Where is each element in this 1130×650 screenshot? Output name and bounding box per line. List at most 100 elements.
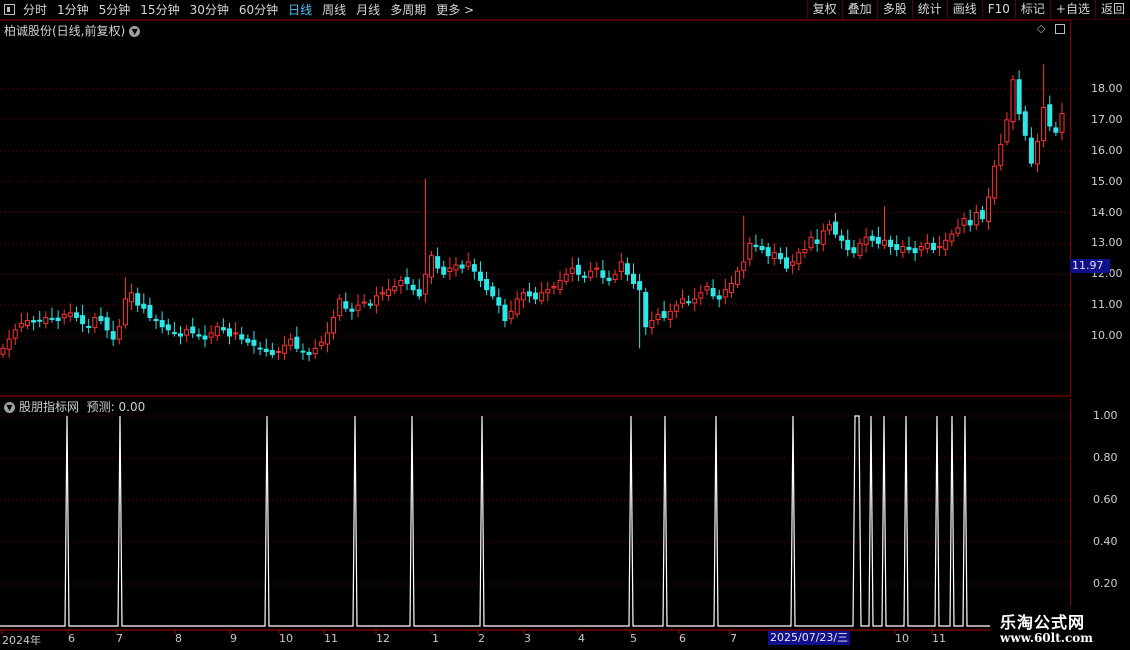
candle-body	[710, 287, 716, 297]
candle-body	[557, 279, 563, 290]
candle-body	[49, 317, 55, 320]
date-tick-label: 11	[324, 632, 338, 645]
candle-body	[386, 289, 392, 297]
candle-body	[673, 304, 679, 312]
candle-body	[18, 323, 24, 328]
candle-body	[86, 325, 92, 328]
candle-body	[196, 334, 202, 337]
date-tick-label: 3	[524, 632, 531, 645]
price-tick-label: 16.00	[1091, 143, 1123, 157]
candle-body	[178, 333, 184, 337]
date-tick-label: 6	[68, 632, 75, 645]
candle-body	[826, 224, 832, 231]
candle-body	[416, 289, 422, 297]
toolbar-button-8[interactable]: 返回	[1094, 0, 1130, 19]
candle-body	[165, 324, 171, 331]
candle-body	[814, 239, 820, 244]
indicator-prediction: 预测: 0.00	[86, 400, 146, 414]
candle-body	[508, 310, 514, 320]
candle-body	[12, 329, 18, 339]
candle-body	[471, 264, 477, 272]
candle-body	[973, 212, 979, 226]
candle-body	[839, 235, 845, 241]
candle-body	[722, 289, 728, 298]
candle-body	[649, 320, 655, 329]
candle-body	[808, 236, 814, 249]
candle-body	[533, 292, 539, 300]
candle-body	[373, 295, 379, 306]
candle-body	[526, 291, 532, 297]
candle-body	[484, 278, 490, 291]
candle-body	[435, 256, 441, 269]
candle-body	[1041, 107, 1047, 142]
candle-body	[979, 210, 985, 220]
candle-body	[441, 266, 447, 275]
price-tick-label: 14.00	[1091, 205, 1123, 219]
candle-body	[294, 336, 300, 349]
date-tick-label: 1	[432, 632, 439, 645]
watermark-url: www.60lt.com	[1000, 631, 1093, 645]
candle-body	[949, 233, 955, 242]
candle-body	[698, 292, 704, 299]
candle-body	[67, 312, 73, 317]
indicator-tick-label: 0.60	[1093, 493, 1118, 506]
candle-body	[582, 275, 588, 278]
candle-body	[869, 235, 875, 241]
candle-body	[226, 328, 232, 337]
candle-body	[961, 218, 967, 226]
candle-body	[575, 264, 581, 275]
candle-body	[147, 304, 153, 318]
candle-body	[447, 267, 453, 272]
candle-body	[110, 331, 116, 340]
chevron-down-icon[interactable]: ▼	[4, 402, 15, 413]
candle-body	[735, 270, 741, 285]
date-tick-label: 8	[175, 632, 182, 645]
candle-body	[667, 310, 673, 320]
candle-body	[465, 261, 471, 267]
candle-body	[906, 246, 912, 251]
candle-body	[569, 267, 575, 274]
candle-body	[857, 242, 863, 256]
candle-body	[545, 289, 551, 294]
candle-body	[1022, 111, 1028, 136]
candle-body	[551, 286, 557, 289]
date-tick-label: 4	[578, 632, 585, 645]
candle-body	[728, 283, 734, 293]
candle-body	[269, 350, 275, 356]
candle-body	[1035, 140, 1041, 165]
candle-body	[1016, 79, 1022, 115]
candle-body	[986, 196, 992, 222]
candle-body	[790, 261, 796, 266]
candle-body	[239, 334, 245, 340]
candle-body	[331, 316, 337, 334]
indicator-tick-label: 0.80	[1093, 451, 1118, 464]
candle-body	[98, 316, 104, 322]
date-tick-label: 2024年	[2, 634, 41, 647]
candle-body	[55, 317, 61, 322]
candle-body	[998, 144, 1004, 166]
candle-body	[894, 244, 900, 251]
candle-body	[0, 347, 6, 355]
candle-body	[875, 237, 881, 244]
current-price-tag: 11.97	[1070, 259, 1110, 273]
signal-line	[0, 415, 1070, 627]
candle-body	[631, 273, 637, 285]
candle-body	[355, 304, 361, 311]
price-tick-label: 10.00	[1091, 329, 1123, 342]
date-tick-label: 10	[279, 632, 293, 645]
price-chart[interactable]	[0, 0, 1070, 650]
candle-body	[422, 273, 428, 295]
candle-body	[912, 248, 918, 254]
candle-body	[881, 239, 887, 246]
candle-body	[275, 350, 281, 353]
candle-body	[784, 257, 790, 269]
candle-body	[563, 273, 569, 282]
candle-body	[92, 316, 98, 329]
candle-body	[490, 286, 496, 297]
candle-body	[153, 318, 159, 322]
candle-body	[637, 281, 643, 291]
candle-body	[888, 239, 894, 247]
candle-body	[208, 332, 214, 338]
candle-body	[477, 271, 483, 281]
candle-body	[741, 261, 747, 271]
